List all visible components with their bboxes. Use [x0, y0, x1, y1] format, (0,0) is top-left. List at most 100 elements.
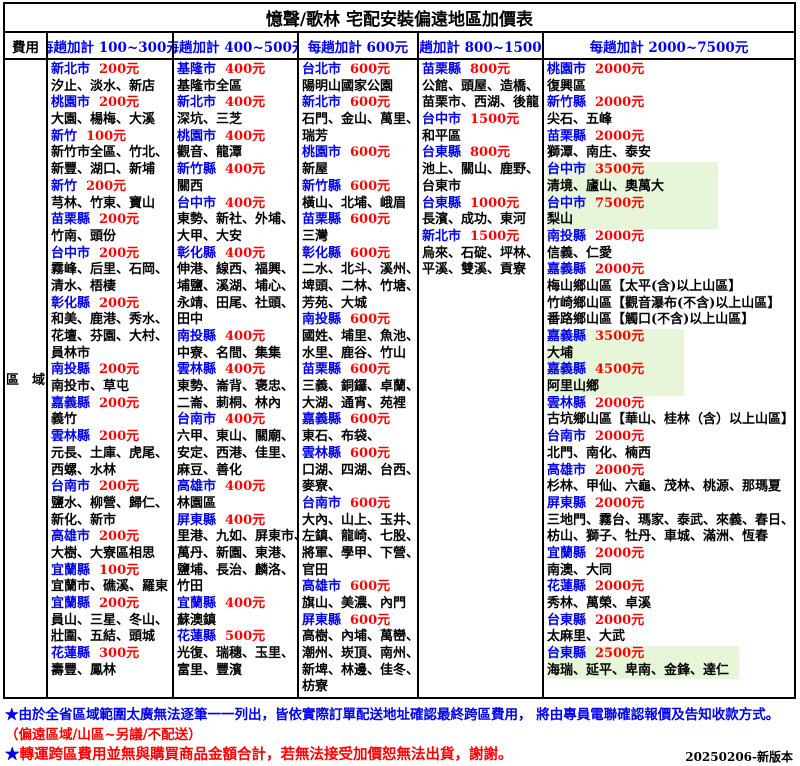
area-line: 富里、豐濱: [177, 663, 297, 680]
region-price-line: 雲林縣200元: [51, 429, 172, 446]
area-line: 伸港、線西、福興、: [177, 262, 297, 279]
area-line: 清水、梧棲: [51, 279, 172, 296]
area-line: 大湖、通宵、苑裡: [302, 396, 417, 413]
region-price-line: 宜蘭縣100元: [51, 563, 172, 580]
price-value: 600元: [350, 496, 390, 511]
area-line: 海瑞、延平、卑南、金鋒、達仁: [547, 663, 739, 680]
region-name: 高雄市: [547, 463, 586, 478]
column-100-300: 新北市200元汐止、淡水、新店桃園市200元大園、楊梅、大溪新竹100元新竹市全…: [46, 60, 172, 697]
region-price-line: 苗栗縣600元: [302, 362, 417, 379]
region-name: 宜蘭縣: [547, 546, 586, 561]
price-value: 4500元: [595, 362, 644, 377]
price-value: 400元: [225, 329, 265, 344]
area-line: 大樹、大寮區相思: [51, 546, 172, 563]
region-name: 嘉義縣: [51, 396, 90, 411]
area-line: 埔鹽、溪湖、埔心、: [177, 279, 297, 296]
region-name: 花蓮縣: [547, 579, 586, 594]
area-line: 大園、楊梅、大溪: [51, 112, 172, 129]
region-name: 高雄市: [177, 479, 216, 494]
price-value: 200元: [99, 362, 139, 377]
region-name: 嘉義縣: [547, 329, 586, 344]
region-price-line: 彰化縣200元: [51, 296, 172, 313]
region-name: 台北市: [302, 62, 341, 77]
region-name: 台中市: [177, 196, 216, 211]
area-line: 新豐、湖口、新埔: [51, 162, 172, 179]
region-name: 南投縣: [302, 312, 341, 327]
price-value: 400元: [225, 62, 265, 77]
price-value: 2000元: [595, 129, 644, 144]
area-line: 瑞芳: [302, 129, 417, 146]
region-price-line: 南投縣600元: [302, 312, 417, 329]
region-price-line: 新竹縣400元: [177, 162, 297, 179]
region-name: 基隆市: [177, 62, 216, 77]
area-line: 基隆市全區: [177, 79, 297, 96]
area-line: 石門、金山、萬里、: [302, 112, 417, 129]
region-price-line: 雲林縣600元: [302, 446, 417, 463]
area-line: 新化、新市: [51, 513, 172, 530]
region-price-line: 彰化縣400元: [177, 246, 297, 263]
price-value: 600元: [350, 362, 390, 377]
area-line: 口湖、四湖、台西、: [302, 463, 417, 480]
area-line: 尖石、五峰: [547, 112, 794, 129]
region-price-line: 南投縣400元: [177, 329, 297, 346]
region-name: 嘉義縣: [547, 262, 586, 277]
region-name: 彰化縣: [51, 296, 90, 311]
price-value: 2000元: [595, 62, 644, 77]
region-name: 苗栗縣: [51, 212, 90, 227]
region-name: 台中市: [547, 162, 586, 177]
region-name: 新竹縣: [547, 95, 586, 110]
region-price-line: 新竹縣2000元: [547, 95, 794, 112]
region-price-line: 彰化縣600元: [302, 246, 417, 263]
region-name: 台南市: [547, 429, 586, 444]
price-value: 7500元: [595, 196, 644, 211]
area-line: 里港、九如、屏東市、: [177, 529, 297, 546]
price-value: 200元: [99, 95, 139, 110]
area-line: 將軍、學甲、下營、: [302, 546, 417, 563]
price-value: 2000元: [595, 229, 644, 244]
region-name: 南投縣: [51, 362, 90, 377]
region-name: 花蓮縣: [177, 629, 216, 644]
price-value: 2000元: [595, 613, 644, 628]
area-line: 新屋: [302, 162, 417, 179]
region-price-line: 桃園市600元: [302, 145, 417, 162]
region-price-line: 台中市200元: [51, 246, 172, 263]
area-line: 員林市: [51, 346, 172, 363]
area-line: 獅潭、南庄、泰安: [547, 145, 794, 162]
price-value: 400元: [225, 362, 265, 377]
header-col-800-1500: 每趟加計 800~1500元: [417, 33, 542, 58]
region-name: 新竹縣: [302, 179, 341, 194]
price-value: 300元: [99, 646, 139, 661]
area-line: 池上、關山、鹿野、: [422, 162, 542, 179]
area-line: 和美、鹿港、秀水、: [51, 312, 172, 329]
region-name: 屏東縣: [177, 513, 216, 528]
version-label: 20250206-新版本: [685, 748, 795, 765]
footnote-payment-text: 轉運跨區費用並無與購買商品金額合計，若無法接受加價恕無法出貨，謝謝。: [20, 746, 513, 763]
area-line: 關西: [177, 179, 297, 196]
area-line: 花壇、芬園、大村、: [51, 329, 172, 346]
region-price-line: 雲林縣400元: [177, 362, 297, 379]
price-value: 2000元: [595, 262, 644, 277]
fee-label-cell: 費用: [5, 33, 46, 58]
column-800-1500: 苗栗縣800元公館、頭屋、造橋、苗栗市、西湖、後龍台中市1500元和平區台東縣8…: [417, 60, 542, 697]
surcharge-table: 憶聲/歌林 宅配安裝偏遠地區加價表 費用 每趟加計 100~300元 每趟加計 …: [3, 2, 796, 699]
area-line: 秀林、萬榮、卓溪: [547, 596, 794, 613]
price-value: 1500元: [470, 229, 519, 244]
area-line: 復興區: [547, 79, 794, 96]
area-line: 三義、銅鑼、卓蘭、: [302, 379, 417, 396]
region-name: 新竹: [51, 179, 77, 194]
price-value: 600元: [350, 412, 390, 427]
area-line: 汐止、淡水、新店: [51, 79, 172, 96]
price-value: 600元: [350, 95, 390, 110]
region-name: 新北市: [51, 62, 90, 77]
area-line: 二水、北斗、溪州、: [302, 262, 417, 279]
region-price-line: 花蓮縣 500元: [177, 629, 297, 646]
area-line: 長濱、成功、東河: [422, 212, 542, 229]
price-value: 400元: [225, 513, 265, 528]
region-label-cell: 區 域: [5, 60, 46, 697]
price-value: 500元: [225, 629, 265, 644]
area-line: 阿里山鄉: [547, 379, 684, 396]
area-line: 永靖、田尾、社頭、: [177, 296, 297, 313]
footnote-remote-area-text: （偏遠區域/山區~另議/不配送）: [5, 727, 202, 743]
area-line: 杉林、甲仙、六龜、茂林、桃源、那瑪夏: [547, 479, 794, 496]
footnote-payment: ★轉運跨區費用並無與購買商品金額合計，若無法接受加價恕無法出貨，謝謝。: [5, 745, 513, 765]
